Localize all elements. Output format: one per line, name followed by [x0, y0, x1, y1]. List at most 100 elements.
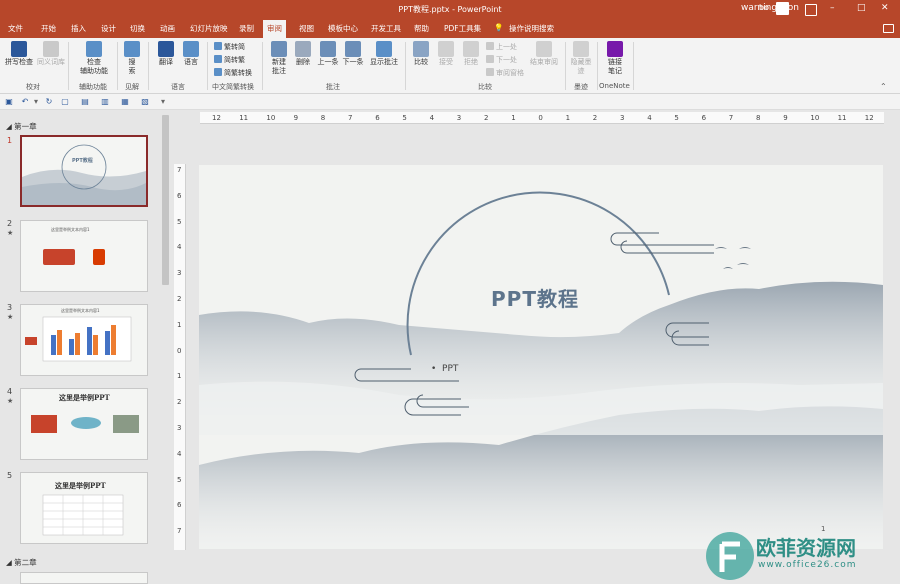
thumb-4-image — [71, 417, 101, 429]
slide-thumbnail-5[interactable]: 这里是举例PPT — [20, 472, 148, 544]
ruler-label: 3 — [456, 114, 462, 122]
section-header[interactable]: ◢ 第二章 — [6, 557, 37, 568]
slide-title[interactable]: PPT教程 — [491, 283, 579, 312]
group-onenote: OneNote — [599, 82, 630, 90]
show-comments-button[interactable]: 显示批注 — [368, 41, 400, 67]
ruler-label: 7 — [177, 527, 182, 536]
tab-record[interactable]: 录制 — [239, 23, 254, 34]
next-comment-icon — [345, 41, 361, 57]
ruler-label: 7 — [177, 166, 182, 174]
user-name[interactable]: bo — [759, 3, 769, 12]
tab-transitions[interactable]: 切换 — [130, 23, 145, 34]
separator — [633, 42, 634, 90]
redo-icon[interactable]: ↻ — [44, 97, 54, 107]
slide-canvas[interactable]: PPT教程 • PPT 1 — [199, 165, 883, 549]
new-comment-button[interactable]: 新建 批注 — [267, 41, 291, 76]
group-ink: 墨迹 — [574, 83, 588, 91]
end-review-icon — [536, 41, 552, 57]
tab-animations[interactable]: 动画 — [160, 23, 175, 34]
tab-design[interactable]: 设计 — [101, 23, 116, 34]
tab-home[interactable]: 开始 — [41, 23, 56, 34]
tab-developer[interactable]: 开发工具 — [371, 23, 401, 34]
minimize-button[interactable]: – — [830, 3, 835, 13]
spell-check-icon — [11, 41, 27, 57]
reviewing-pane-button[interactable]: 审阅窗格 — [486, 68, 524, 78]
collapse-ribbon-icon[interactable]: ⌃ — [880, 82, 887, 91]
hide-ink-icon — [573, 41, 589, 57]
accept-button[interactable]: 接受 — [435, 41, 457, 67]
tab-review[interactable]: 审阅 — [263, 20, 286, 38]
separator — [207, 42, 208, 90]
previous-change-button[interactable]: 上一处 — [486, 42, 517, 52]
ruler-label: 1 — [511, 114, 516, 122]
animation-star-icon: ★ — [7, 229, 14, 237]
slide-thumbnail-pane: ◢ 第一章 1 PPT教程 2 ★ 这里是举例文本内容1 3 ★ 这里是举例文本… — [0, 111, 172, 584]
animation-star-icon: ★ — [7, 313, 14, 321]
slide-thumbnail-6[interactable] — [20, 572, 148, 584]
translate-button[interactable]: 翻译 — [155, 41, 177, 67]
thesaurus-button[interactable]: 同义词库 — [36, 41, 66, 67]
thumb-3-title: 这里是举例文本内容1 — [61, 308, 100, 313]
next-comment-button[interactable]: 下一条 — [341, 41, 365, 67]
toggle-icon[interactable]: ▥ — [100, 97, 110, 107]
ribbon-tabs: 文件 开始 插入 设计 切换 动画 幻灯片放映 录制 审阅 视图 模板中心 开发… — [0, 20, 900, 38]
slide-thumbnail-1[interactable]: PPT教程 — [20, 135, 148, 207]
maximize-button[interactable]: □ — [857, 3, 866, 13]
delete-comment-button[interactable]: 删除 — [293, 41, 313, 67]
previous-comment-button[interactable]: 上一条 — [316, 41, 340, 67]
present-icon[interactable]: ▤ — [80, 97, 90, 107]
slide-thumbnail-4[interactable]: 这里是举例PPT — [20, 388, 148, 460]
arrange-icon[interactable]: ▧ — [140, 97, 150, 107]
chinese-conversion-button[interactable]: 简繁转换 — [214, 68, 252, 78]
ruler-label: 1 — [177, 320, 182, 329]
warning-icon[interactable]: warning-icon — [741, 3, 799, 13]
end-review-button[interactable]: 结束审阅 — [528, 41, 560, 67]
tab-pdf-tools[interactable]: PDF工具集 — [444, 23, 481, 34]
start-slideshow-icon[interactable]: ▢ — [60, 97, 70, 107]
slide-thumbnail-2[interactable]: 这里是举例文本内容1 — [20, 220, 148, 292]
tab-help[interactable]: 帮助 — [414, 23, 429, 34]
slide-number: 3 — [7, 303, 13, 312]
save-icon[interactable]: ▣ — [4, 97, 14, 107]
ruler-label: 11 — [837, 114, 847, 122]
separator — [68, 42, 69, 90]
avatar[interactable] — [776, 2, 789, 15]
ruler-label: 4 — [177, 449, 182, 458]
ruler-label: 3 — [620, 114, 625, 122]
slide-bullet[interactable]: • PPT — [431, 364, 458, 374]
simp-to-trad-button[interactable]: 简转繁 — [214, 55, 245, 65]
ruler-label: 8 — [756, 114, 761, 122]
close-button[interactable]: ✕ — [881, 3, 889, 13]
trad-to-simp-button[interactable]: 繁转简 — [214, 42, 245, 52]
align-icon[interactable]: ▦ — [120, 97, 130, 107]
language-button[interactable]: 语言 — [180, 41, 202, 67]
hide-ink-button[interactable]: 隐藏墨迹 — [569, 41, 593, 76]
tab-view[interactable]: 视图 — [299, 23, 314, 34]
ruler-label: 5 — [402, 114, 407, 122]
spelling-button[interactable]: 拼写检查 — [3, 41, 35, 67]
check-accessibility-button[interactable]: 检查 辅助功能 — [74, 41, 114, 76]
compare-button[interactable]: 比较 — [410, 41, 432, 67]
linked-notes-button[interactable]: 链接 笔记 — [603, 41, 627, 76]
slide-thumbnail-3[interactable]: 这里是举例文本内容1 — [20, 304, 148, 376]
section-header[interactable]: ◢ 第一章 — [6, 121, 37, 132]
tab-slideshow[interactable]: 幻灯片放映 — [190, 23, 228, 34]
comments-icon[interactable] — [883, 24, 894, 33]
customize-qat-icon[interactable]: ▾ — [158, 97, 168, 107]
tab-file[interactable]: 文件 — [8, 23, 23, 34]
tab-template-center[interactable]: 模板中心 — [328, 23, 358, 34]
next-change-button[interactable]: 下一处 — [486, 55, 517, 65]
ruler-label: 6 — [701, 114, 707, 122]
undo-icon[interactable]: ↶ — [20, 97, 30, 107]
ruler-label: 7 — [348, 114, 353, 122]
reject-button[interactable]: 拒绝 — [460, 41, 482, 67]
tab-insert[interactable]: 插入 — [71, 23, 86, 34]
ruler-label: 2 — [484, 114, 489, 122]
undo-dropdown-icon[interactable]: ▾ — [31, 97, 41, 107]
ribbon-display-icon[interactable] — [805, 4, 817, 16]
smart-lookup-button[interactable]: 搜索 — [122, 41, 142, 76]
watermark-brand: 欧菲资源网 — [756, 536, 856, 560]
tell-me-search[interactable]: 操作说明搜索 — [509, 23, 554, 34]
ruler-label: 5 — [674, 114, 679, 122]
thumbnail-scrollbar[interactable] — [162, 115, 169, 285]
